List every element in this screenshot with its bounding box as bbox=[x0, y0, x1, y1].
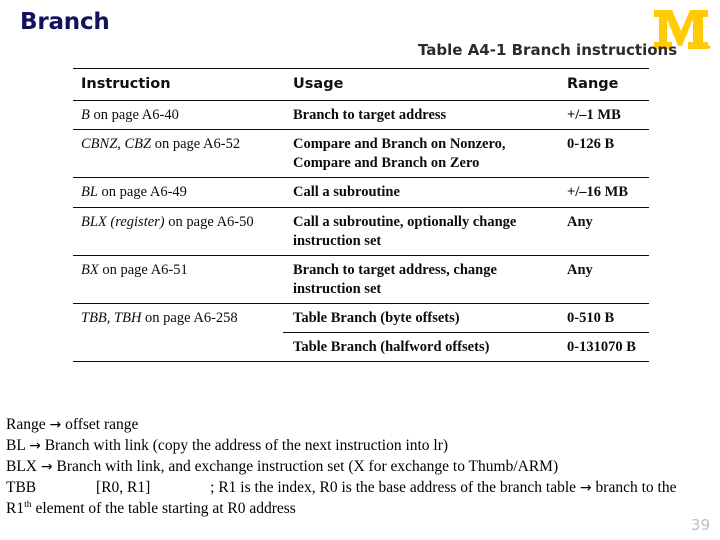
note-line-tbb: TBB [R0, R1] ; R1 is the index, R0 is th… bbox=[6, 477, 718, 498]
cell-instruction: BLX (register) on page A6-50 bbox=[81, 213, 293, 232]
note-comment-cont: element of the table starting at R0 addr… bbox=[31, 500, 296, 518]
table-header-row: Instruction Usage Range bbox=[73, 69, 649, 100]
instruction-page-ref: on page A6-49 bbox=[97, 184, 187, 201]
instruction-page-ref: on page A6-50 bbox=[164, 213, 254, 230]
instruction-mnemonic: BL bbox=[81, 184, 98, 201]
note-line-blx: BLX → Branch with link, and exchange ins… bbox=[6, 456, 718, 477]
cell-instruction: TBB, TBH on page A6-258 bbox=[81, 309, 293, 328]
usage-line: instruction set bbox=[293, 280, 382, 297]
cell-instruction: BL on page A6-49 bbox=[81, 183, 293, 202]
note-term: BL bbox=[6, 437, 26, 455]
cell-usage: Branch to target address bbox=[293, 106, 567, 125]
usage-line: Compare and Branch on Zero bbox=[293, 155, 480, 172]
cell-instruction: BX on page A6-51 bbox=[81, 261, 293, 280]
cell-instruction: CBNZ, CBZ on page A6-52 bbox=[81, 135, 293, 154]
table-row: BX on page A6-51 Branch to target addres… bbox=[73, 256, 649, 303]
table-row: Table Branch (halfword offsets) 0-131070… bbox=[73, 333, 649, 361]
cell-range: +/–16 MB bbox=[567, 184, 629, 201]
column-header-instruction: Instruction bbox=[81, 76, 171, 92]
cell-range: +/–1 MB bbox=[567, 107, 621, 123]
instruction-mnemonic: CBNZ, CBZ bbox=[81, 136, 152, 153]
instruction-mnemonic: B bbox=[81, 107, 90, 123]
instruction-mnemonic: TBB, TBH bbox=[81, 310, 142, 326]
cell-instruction: B on page A6-40 bbox=[81, 106, 293, 125]
note-line-tbb-cont: R1th element of the table starting at R0… bbox=[6, 498, 718, 519]
notes-block: Range → offset range BL → Branch with li… bbox=[6, 414, 718, 520]
table-row: BL on page A6-49 Call a subroutine +/–16… bbox=[73, 178, 649, 206]
note-definition: offset range bbox=[65, 416, 139, 433]
column-header-range: Range bbox=[567, 76, 619, 92]
note-term: TBB bbox=[6, 479, 37, 497]
instruction-mnemonic: BX bbox=[81, 261, 99, 278]
usage-line: Call a subroutine bbox=[293, 184, 400, 201]
instruction-page-ref: on page A6-52 bbox=[151, 136, 241, 153]
instruction-page-ref: on page A6-51 bbox=[98, 261, 188, 278]
instruction-mnemonic: BLX (register) bbox=[81, 213, 165, 230]
note-comment: ; R1 is the index, R0 is the base addres… bbox=[210, 479, 577, 497]
note-term: BLX bbox=[6, 458, 37, 476]
cell-range: 0-126 B bbox=[567, 136, 615, 153]
arrow-icon: → bbox=[579, 480, 592, 497]
branch-instructions-table: Instruction Usage Range B on page A6-40 … bbox=[73, 68, 649, 363]
arrow-icon: → bbox=[40, 459, 53, 476]
page-number: 39 bbox=[690, 516, 710, 534]
column-header-usage: Usage bbox=[293, 76, 344, 92]
cell-usage: Table Branch (halfword offsets) bbox=[293, 338, 567, 357]
table-caption: Table A4-1 Branch instructions bbox=[418, 41, 678, 59]
cell-range: 0-131070 B bbox=[567, 339, 636, 356]
usage-line: Table Branch (halfword offsets) bbox=[293, 339, 490, 356]
cell-usage: Branch to target address, change instruc… bbox=[293, 261, 567, 299]
instruction-page-ref: on page A6-40 bbox=[89, 107, 179, 123]
table-row: TBB, TBH on page A6-258 Table Branch (by… bbox=[73, 304, 649, 332]
cell-usage: Call a subroutine, optionally change ins… bbox=[293, 213, 567, 251]
page-title: Branch bbox=[20, 9, 110, 35]
note-operands: [R0, R1] bbox=[96, 479, 151, 497]
note-definition: Branch with link (copy the address of th… bbox=[44, 437, 449, 455]
note-definition: Branch with link, and exchange instructi… bbox=[56, 458, 559, 476]
cell-range: Any bbox=[567, 261, 593, 278]
arrow-icon: → bbox=[49, 417, 62, 433]
note-comment-tail: branch to the bbox=[595, 479, 677, 497]
usage-line: instruction set bbox=[293, 232, 382, 249]
usage-line: Branch to target address, change bbox=[293, 261, 497, 278]
cell-range: 0-510 B bbox=[567, 310, 615, 326]
table-row: B on page A6-40 Branch to target address… bbox=[73, 101, 649, 129]
arrow-icon: → bbox=[29, 438, 41, 455]
cell-range: Any bbox=[567, 213, 593, 230]
note-line-bl: BL → Branch with link (copy the address … bbox=[6, 435, 718, 456]
usage-line: Compare and Branch on Nonzero, bbox=[293, 136, 506, 153]
table-row: CBNZ, CBZ on page A6-52 Compare and Bran… bbox=[73, 130, 649, 177]
cell-usage: Call a subroutine bbox=[293, 183, 567, 202]
table-bottom-rule bbox=[73, 361, 649, 363]
cell-usage: Table Branch (byte offsets) bbox=[293, 309, 567, 328]
note-register: R1 bbox=[6, 500, 25, 518]
cell-usage: Compare and Branch on Nonzero, Compare a… bbox=[293, 135, 567, 173]
table-row: BLX (register) on page A6-50 Call a subr… bbox=[73, 208, 649, 255]
note-line-range: Range → offset range bbox=[6, 414, 718, 435]
instruction-page-ref: on page A6-258 bbox=[141, 310, 238, 326]
usage-line: Call a subroutine, optionally change bbox=[293, 213, 517, 230]
note-ordinal-suffix: th bbox=[24, 499, 32, 511]
usage-line: Branch to target address bbox=[293, 107, 447, 123]
note-term: Range bbox=[6, 416, 46, 433]
usage-line: Table Branch (byte offsets) bbox=[293, 310, 460, 326]
